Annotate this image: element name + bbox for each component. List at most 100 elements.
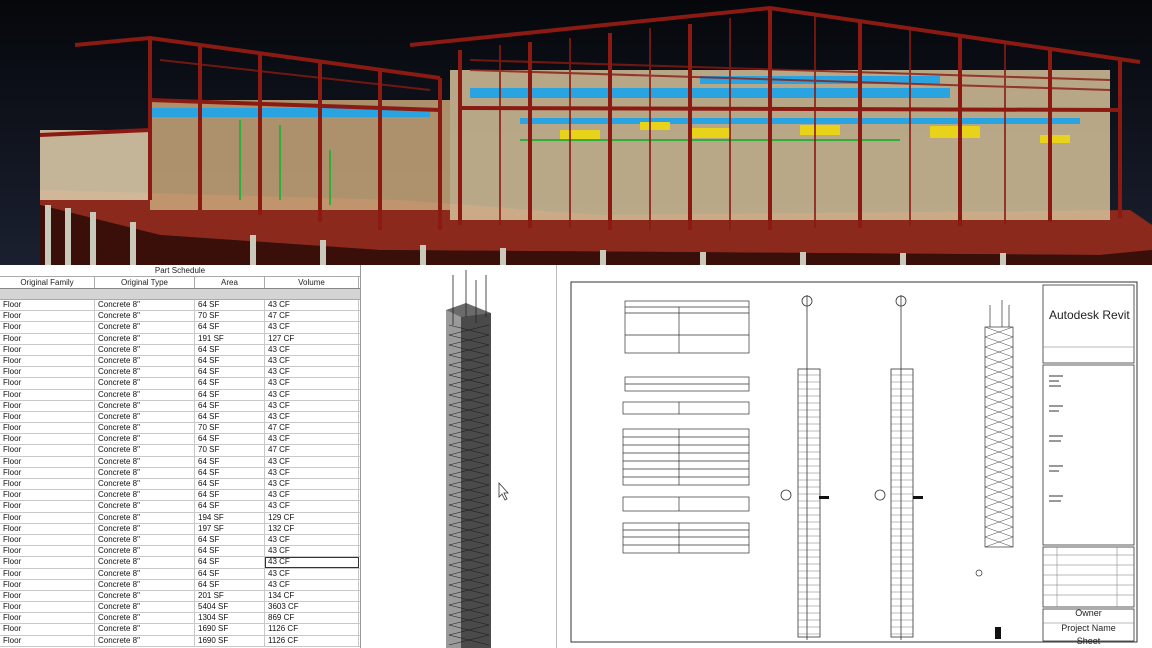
sheet-view[interactable]: Autodesk Revit Owner Project Name Sheet	[556, 265, 1152, 648]
table-row[interactable]: Floor Concrete 8" 70 SF 47 CF	[0, 311, 360, 323]
table-cell[interactable]: 64 SF	[195, 400, 265, 411]
table-cell[interactable]: Concrete 8"	[95, 635, 195, 646]
table-cell[interactable]: 43 CF	[265, 389, 359, 400]
table-cell[interactable]: Concrete 8"	[95, 389, 195, 400]
table-cell[interactable]: 64 SF	[195, 378, 265, 389]
table-row[interactable]: Floor Concrete 8" 64 SF 43 CF	[0, 367, 360, 379]
table-cell[interactable]: 43 CF	[265, 300, 359, 311]
column-header-original-type[interactable]: Original Type	[95, 277, 195, 288]
table-cell[interactable]: Floor	[0, 624, 95, 635]
table-cell[interactable]: Concrete 8"	[95, 355, 195, 367]
table-cell[interactable]: 1690 SF	[195, 624, 265, 635]
table-cell[interactable]: 1126 CF	[265, 635, 359, 646]
table-cell[interactable]: 1126 CF	[265, 624, 359, 635]
table-cell[interactable]: Floor	[0, 635, 95, 646]
table-cell[interactable]: Concrete 8"	[95, 423, 195, 434]
table-row[interactable]: Floor Concrete 8" 1690 SF 1126 CF	[0, 624, 360, 636]
table-cell[interactable]: Floor	[0, 311, 95, 322]
table-cell[interactable]: Floor	[0, 355, 95, 367]
table-cell[interactable]: Concrete 8"	[95, 434, 195, 445]
table-cell[interactable]: Floor	[0, 613, 95, 624]
table-row[interactable]: Floor Concrete 8" 64 SF 43 CF	[0, 579, 360, 591]
table-cell[interactable]: Floor	[0, 579, 95, 590]
table-cell[interactable]: Concrete 8"	[95, 512, 195, 523]
table-row[interactable]: Floor Concrete 8" 64 SF 43 CF	[0, 355, 360, 368]
table-cell[interactable]: Floor	[0, 456, 95, 467]
table-cell[interactable]: 47 CF	[265, 423, 359, 434]
table-cell[interactable]: 64 SF	[195, 355, 265, 367]
table-cell[interactable]: 43 CF	[265, 411, 359, 423]
table-cell[interactable]: 132 CF	[265, 523, 359, 534]
table-cell[interactable]: 64 SF	[195, 479, 265, 490]
table-cell[interactable]: Floor	[0, 546, 95, 557]
column-header-original-family[interactable]: Original Family	[0, 277, 95, 288]
table-cell[interactable]: Concrete 8"	[95, 523, 195, 534]
table-cell[interactable]: 134 CF	[265, 590, 359, 602]
table-cell[interactable]: Concrete 8"	[95, 624, 195, 635]
table-cell[interactable]: Floor	[0, 590, 95, 602]
table-row[interactable]: Floor Concrete 8" 64 SF 43 CF	[0, 411, 360, 424]
table-cell[interactable]: Concrete 8"	[95, 557, 195, 568]
table-cell[interactable]: 43 CF	[265, 557, 359, 568]
table-cell[interactable]: 64 SF	[195, 367, 265, 378]
table-row[interactable]: Floor Concrete 8" 64 SF 43 CF	[0, 557, 360, 569]
table-cell[interactable]: 197 SF	[195, 523, 265, 534]
table-cell[interactable]: Floor	[0, 411, 95, 423]
table-cell[interactable]: Floor	[0, 534, 95, 546]
table-cell[interactable]: 64 SF	[195, 300, 265, 311]
table-cell[interactable]: 43 CF	[265, 568, 359, 579]
table-cell[interactable]: 191 SF	[195, 333, 265, 344]
table-cell[interactable]: Concrete 8"	[95, 344, 195, 355]
table-row[interactable]: Floor Concrete 8" 191 SF 127 CF	[0, 333, 360, 345]
table-cell[interactable]: Floor	[0, 523, 95, 534]
table-cell[interactable]: 64 SF	[195, 389, 265, 400]
table-cell[interactable]: Concrete 8"	[95, 546, 195, 557]
table-cell[interactable]: 64 SF	[195, 579, 265, 590]
table-cell[interactable]: 43 CF	[265, 534, 359, 546]
table-cell[interactable]: 64 SF	[195, 546, 265, 557]
table-cell[interactable]: 194 SF	[195, 512, 265, 523]
table-cell[interactable]: 43 CF	[265, 378, 359, 389]
table-cell[interactable]: 5404 SF	[195, 602, 265, 613]
table-cell[interactable]: 64 SF	[195, 322, 265, 333]
column-header-volume[interactable]: Volume	[265, 277, 359, 288]
table-cell[interactable]: 43 CF	[265, 579, 359, 590]
table-row[interactable]: Floor Concrete 8" 64 SF 43 CF	[0, 378, 360, 390]
table-row[interactable]: Floor Concrete 8" 70 SF 47 CF	[0, 445, 360, 457]
table-cell[interactable]: Concrete 8"	[95, 400, 195, 411]
table-cell[interactable]: Floor	[0, 512, 95, 523]
table-row[interactable]: Floor Concrete 8" 1690 SF 1126 CF	[0, 635, 360, 647]
table-row[interactable]: Floor Concrete 8" 1304 SF 869 CF	[0, 613, 360, 625]
table-cell[interactable]: Floor	[0, 557, 95, 568]
table-row[interactable]: Floor Concrete 8" 64 SF 43 CF	[0, 467, 360, 479]
table-cell[interactable]: 47 CF	[265, 311, 359, 322]
table-cell[interactable]: Concrete 8"	[95, 490, 195, 501]
table-cell[interactable]: Floor	[0, 367, 95, 378]
table-cell[interactable]: 47 CF	[265, 445, 359, 456]
table-cell[interactable]: Concrete 8"	[95, 590, 195, 602]
table-cell[interactable]: Floor	[0, 479, 95, 490]
table-cell[interactable]: 64 SF	[195, 501, 265, 512]
table-row[interactable]: Floor Concrete 8" 64 SF 43 CF	[0, 389, 360, 401]
table-cell[interactable]: Concrete 8"	[95, 378, 195, 389]
table-cell[interactable]: Floor	[0, 344, 95, 355]
table-cell[interactable]: 869 CF	[265, 613, 359, 624]
table-cell[interactable]: 43 CF	[265, 367, 359, 378]
table-cell[interactable]: 1690 SF	[195, 635, 265, 646]
table-cell[interactable]: 64 SF	[195, 467, 265, 478]
table-cell[interactable]: Concrete 8"	[95, 456, 195, 467]
table-row[interactable]: Floor Concrete 8" 197 SF 132 CF	[0, 523, 360, 535]
table-row[interactable]: Floor Concrete 8" 64 SF 43 CF	[0, 479, 360, 491]
table-cell[interactable]: 64 SF	[195, 456, 265, 467]
table-cell[interactable]: Floor	[0, 445, 95, 456]
table-cell[interactable]: 3603 CF	[265, 602, 359, 613]
table-cell[interactable]: Concrete 8"	[95, 568, 195, 579]
table-cell[interactable]: 43 CF	[265, 546, 359, 557]
table-cell[interactable]: Concrete 8"	[95, 602, 195, 613]
table-cell[interactable]: 201 SF	[195, 590, 265, 602]
table-cell[interactable]: 43 CF	[265, 490, 359, 501]
table-cell[interactable]: Floor	[0, 389, 95, 400]
table-cell[interactable]: 43 CF	[265, 467, 359, 478]
table-row[interactable]: Floor Concrete 8" 64 SF 43 CF	[0, 300, 360, 312]
table-cell[interactable]: 129 CF	[265, 512, 359, 523]
